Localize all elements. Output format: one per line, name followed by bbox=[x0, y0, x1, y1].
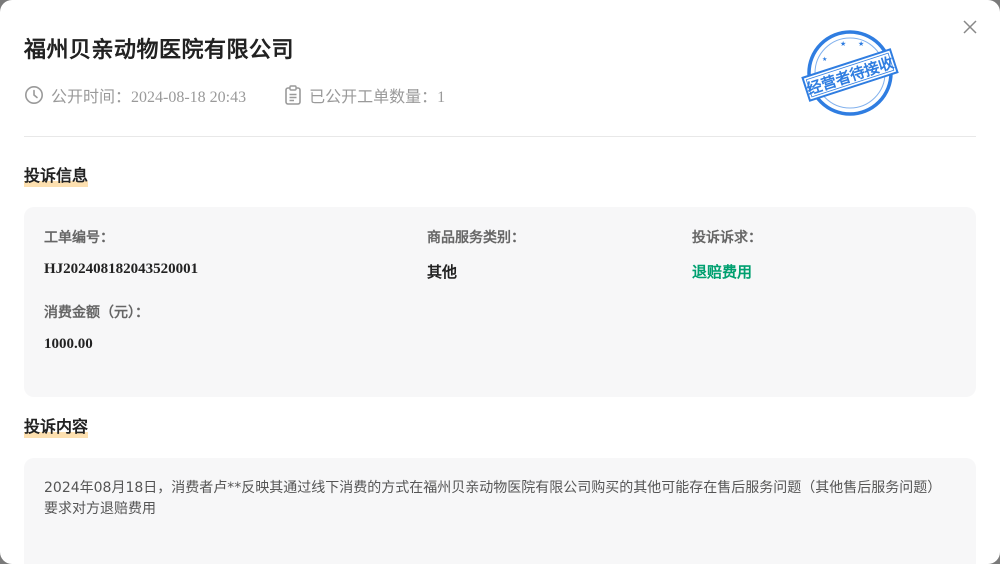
ticket-no-label: 工单编号： bbox=[44, 230, 114, 246]
complaint-content-card: 2024年08月18日，消费者卢**反映其通过线下消费的方式在福州贝亲动物医院有… bbox=[24, 458, 976, 564]
complaint-detail-modal: 福州贝亲动物医院有限公司 公开时间：2024-08-18 20:43 已公开工单… bbox=[0, 0, 1000, 564]
clock-icon bbox=[25, 86, 43, 104]
header-divider bbox=[24, 136, 976, 137]
svg-text:★: ★ bbox=[840, 40, 846, 48]
complaint-info-card: 工单编号： HJ202408182043520001 商品服务类别： 其他 投诉… bbox=[24, 207, 976, 397]
ticket-count: 已公开工单数量：1 bbox=[284, 83, 445, 107]
publish-time-text: 公开时间：2024-08-18 20:43 bbox=[51, 89, 247, 106]
ticket-no-value: HJ202408182043520001 bbox=[44, 261, 199, 277]
svg-text:★: ★ bbox=[858, 40, 864, 48]
merchant-title: 福州贝亲动物医院有限公司 bbox=[24, 38, 295, 63]
category-label: 商品服务类别： bbox=[427, 230, 525, 246]
complaint-content-title: 投诉内容 bbox=[24, 416, 89, 438]
close-button[interactable] bbox=[960, 17, 980, 37]
complaint-info-title: 投诉信息 bbox=[24, 165, 89, 187]
svg-text:★: ★ bbox=[822, 56, 827, 63]
clipboard-icon bbox=[285, 85, 301, 105]
publish-time: 公开时间：2024-08-18 20:43 bbox=[24, 83, 246, 107]
close-icon bbox=[963, 20, 977, 34]
ticket-no-field: 工单编号： HJ202408182043520001 bbox=[44, 227, 198, 278]
amount-field: 消费金额（元）： 1000.00 bbox=[44, 302, 149, 353]
category-value: 其他 bbox=[427, 263, 458, 281]
ticket-count-text: 已公开工单数量：1 bbox=[309, 89, 446, 106]
amount-label: 消费金额（元）： bbox=[44, 305, 149, 321]
stamp-icon: ★ ★ ★ 经营者待接收 bbox=[801, 30, 899, 116]
amount-value: 1000.00 bbox=[44, 336, 93, 352]
category-field: 商品服务类别： 其他 bbox=[427, 227, 525, 282]
demand-field: 投诉诉求： 退赔费用 bbox=[692, 227, 762, 282]
complaint-content-text: 2024年08月18日，消费者卢**反映其通过线下消费的方式在福州贝亲动物医院有… bbox=[44, 480, 942, 517]
meta-row: 公开时间：2024-08-18 20:43 已公开工单数量：1 bbox=[24, 83, 483, 107]
demand-value: 退赔费用 bbox=[692, 263, 753, 281]
demand-label: 投诉诉求： bbox=[692, 230, 762, 246]
